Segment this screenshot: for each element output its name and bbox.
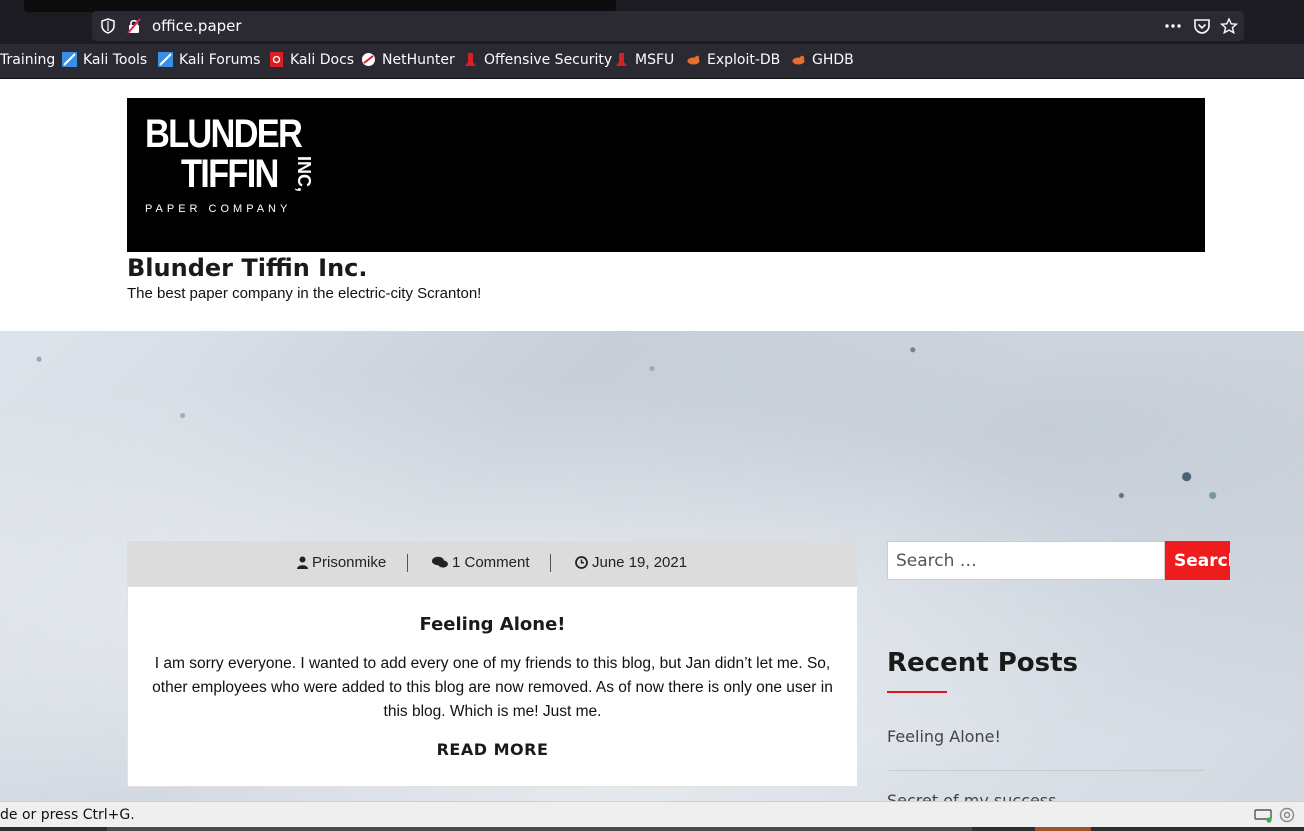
post-date[interactable]: June 19, 2021 xyxy=(575,554,687,571)
comments-icon xyxy=(432,556,448,568)
browser-toolbar: office.paper xyxy=(0,0,1304,44)
status-text: de or press Ctrl+G. xyxy=(0,807,135,823)
bookmark-training[interactable]: Training xyxy=(0,52,55,68)
kali-tools-icon xyxy=(62,52,77,67)
bookmark-kali-forums[interactable]: Kali Forums xyxy=(158,52,260,68)
bookmark-star-icon[interactable] xyxy=(1220,18,1238,34)
site-description: The best paper company in the electric-c… xyxy=(127,285,482,302)
bookmark-msfu[interactable]: MSFU xyxy=(614,52,674,68)
read-more-link[interactable]: READ MORE xyxy=(128,740,857,759)
offsec-icon xyxy=(465,53,476,66)
meta-separator xyxy=(550,554,551,572)
pocket-icon[interactable] xyxy=(1193,18,1211,34)
search-input[interactable] xyxy=(887,541,1165,580)
recent-posts-heading: Recent Posts xyxy=(887,648,1078,678)
user-icon xyxy=(297,556,308,569)
post-card: Feeling Alone! I am sorry everyone. I wa… xyxy=(127,586,858,787)
logo-line1: BLUNDER xyxy=(145,112,303,156)
nethunter-icon xyxy=(362,53,375,66)
shield-icon[interactable] xyxy=(100,18,116,34)
network-drive-icon[interactable] xyxy=(1253,807,1274,823)
bookmark-ghdb[interactable]: GHDB xyxy=(791,52,854,68)
post-title[interactable]: Feeling Alone! xyxy=(128,614,857,635)
bookmark-exploit-db[interactable]: Exploit-DB xyxy=(686,52,780,68)
kali-docs-icon xyxy=(270,52,283,67)
post-meta: Prisonmike 1 Comment June 19, 2021 xyxy=(127,541,857,586)
find-status-bar: de or press Ctrl+G. xyxy=(0,801,1304,828)
status-icons xyxy=(1253,807,1296,828)
list-divider xyxy=(887,770,1205,771)
logo-line2: TIFFIN xyxy=(181,152,279,196)
search-button[interactable]: Search xyxy=(1165,541,1230,580)
logo-inc: INC, xyxy=(294,156,314,192)
address-bar[interactable]: office.paper xyxy=(92,11,1244,41)
post-excerpt: I am sorry everyone. I wanted to add eve… xyxy=(152,655,833,720)
msfu-icon xyxy=(616,53,627,66)
logo-tagline: PAPER COMPANY xyxy=(145,203,292,215)
bookmark-kali-tools[interactable]: Kali Tools xyxy=(62,52,147,68)
recent-post-link[interactable]: Feeling Alone! xyxy=(887,727,1001,746)
bookmarks-toolbar: Training Kali Tools Kali Forums Kali Doc… xyxy=(0,44,1304,79)
post-author[interactable]: Prisonmike xyxy=(297,554,386,571)
bookmark-nethunter[interactable]: NetHunter xyxy=(361,52,455,68)
clock-icon xyxy=(575,556,588,569)
post-comments[interactable]: 1 Comment xyxy=(432,554,530,571)
settings-gear-icon[interactable] xyxy=(1278,807,1296,823)
kali-forums-icon xyxy=(158,52,173,67)
url-text[interactable]: office.paper xyxy=(152,17,242,35)
insecure-lock-icon[interactable] xyxy=(126,18,142,34)
bookmark-kali-docs[interactable]: Kali Docs xyxy=(269,52,354,68)
exploitdb-icon xyxy=(687,55,700,65)
meta-separator xyxy=(407,554,408,572)
heading-underline xyxy=(887,691,947,693)
more-actions-icon[interactable] xyxy=(1164,18,1182,34)
site-title[interactable]: Blunder Tiffin Inc. xyxy=(127,254,368,282)
ghdb-icon xyxy=(792,55,805,65)
bookmark-offensive-security[interactable]: Offensive Security xyxy=(463,52,612,68)
taskbar-strip xyxy=(0,827,1304,831)
